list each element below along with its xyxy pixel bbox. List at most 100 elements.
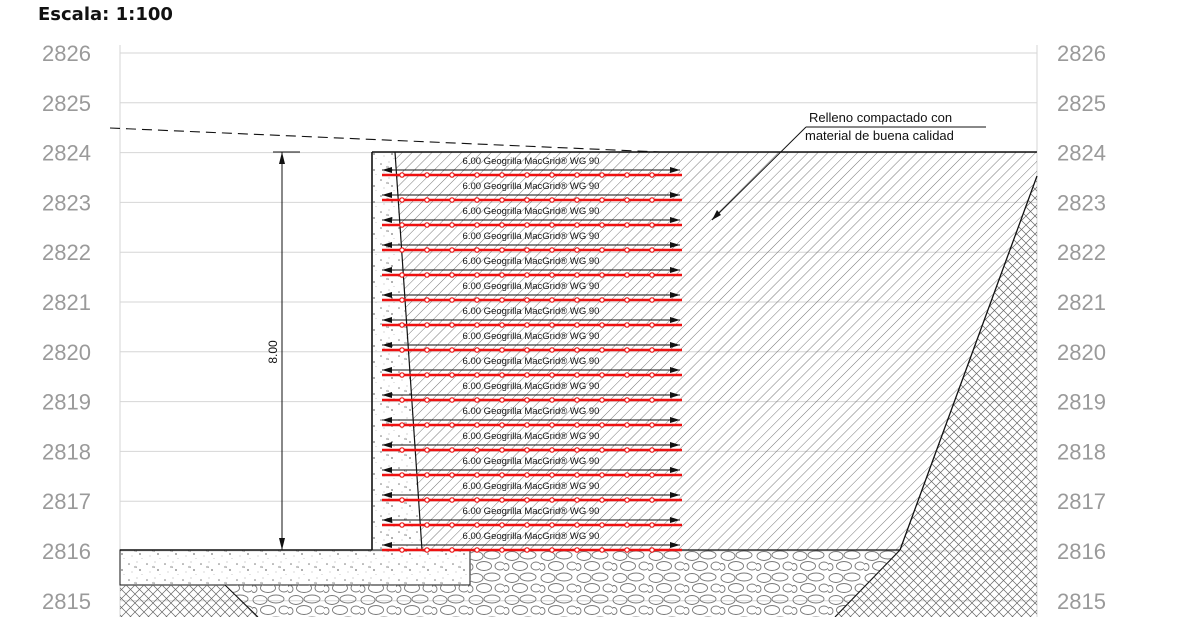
- geogrid-node: [424, 422, 430, 428]
- geogrid-node: [624, 222, 630, 228]
- geogrid-node: [499, 497, 505, 503]
- geogrid-node: [449, 297, 455, 303]
- geogrid-node: [449, 472, 455, 478]
- geogrid-label: 6.00 Geogrilla MacGrid® WG 90: [463, 406, 600, 417]
- geogrid-node: [599, 197, 605, 203]
- leveling-pad: [119, 549, 471, 586]
- geogrid-node: [549, 297, 555, 303]
- geogrid-label: 6.00 Geogrilla MacGrid® WG 90: [463, 506, 600, 517]
- geogrid-node: [474, 197, 480, 203]
- geogrid-node: [599, 497, 605, 503]
- elevation-label-left: 2822: [42, 240, 91, 265]
- geogrid-node: [599, 522, 605, 528]
- geogrid-node: [524, 422, 530, 428]
- geogrid-node: [624, 547, 630, 553]
- geogrid-node: [574, 397, 580, 403]
- geogrid-node: [399, 347, 405, 353]
- geogrid-node: [449, 222, 455, 228]
- geogrid-node: [499, 272, 505, 278]
- existing-terrain-line: [109, 127, 661, 153]
- geogrid-node: [649, 247, 655, 253]
- geogrid-node: [574, 472, 580, 478]
- elevation-label-left: 2820: [42, 340, 91, 365]
- geogrid-node: [649, 497, 655, 503]
- geogrid-node: [624, 372, 630, 378]
- geogrid-node: [624, 272, 630, 278]
- geogrid-node: [399, 397, 405, 403]
- geogrid-node: [549, 172, 555, 178]
- geogrid-node: [574, 322, 580, 328]
- geogrid-node: [399, 322, 405, 328]
- geogrid-node: [474, 472, 480, 478]
- geogrid-node: [624, 497, 630, 503]
- geogrid-node: [574, 297, 580, 303]
- geogrid-node: [399, 222, 405, 228]
- elevation-label-right: 2817: [1057, 489, 1106, 514]
- geogrid-node: [499, 172, 505, 178]
- geogrid-label: 6.00 Geogrilla MacGrid® WG 90: [463, 431, 600, 442]
- geogrid-node: [524, 347, 530, 353]
- geogrid-label: 6.00 Geogrilla MacGrid® WG 90: [463, 306, 600, 317]
- elevation-label-right: 2821: [1057, 290, 1106, 315]
- geogrid-node: [524, 547, 530, 553]
- elevation-label-left: 2823: [42, 190, 91, 215]
- geogrid-node: [624, 322, 630, 328]
- geogrid-node: [449, 447, 455, 453]
- geogrid-node: [599, 547, 605, 553]
- geogrid-node: [549, 547, 555, 553]
- geogrid-node: [474, 222, 480, 228]
- geogrid-node: [599, 397, 605, 403]
- geogrid-node: [574, 172, 580, 178]
- geogrid-node: [524, 172, 530, 178]
- elevation-label-right: 2823: [1057, 190, 1106, 215]
- geogrid-node: [449, 372, 455, 378]
- geogrid-node: [649, 297, 655, 303]
- height-dimension-label: 8.00: [266, 340, 280, 364]
- geogrid-node: [499, 472, 505, 478]
- geogrid-node: [474, 272, 480, 278]
- geogrid-label: 6.00 Geogrilla MacGrid® WG 90: [463, 231, 600, 242]
- geogrid-label: 6.00 Geogrilla MacGrid® WG 90: [463, 381, 600, 392]
- geogrid-node: [549, 472, 555, 478]
- geogrid-node: [624, 447, 630, 453]
- geogrid-node: [649, 272, 655, 278]
- geogrid-node: [549, 397, 555, 403]
- geogrid-node: [474, 172, 480, 178]
- callout-line-1: Relleno compactado con: [809, 110, 952, 125]
- geogrid-node: [424, 172, 430, 178]
- geogrid-node: [624, 472, 630, 478]
- geogrid-label: 6.00 Geogrilla MacGrid® WG 90: [463, 331, 600, 342]
- geogrid-node: [574, 422, 580, 428]
- geogrid-node: [424, 447, 430, 453]
- geogrid-label: 6.00 Geogrilla MacGrid® WG 90: [463, 456, 600, 467]
- geogrid-node: [424, 247, 430, 253]
- elevation-label-left: 2818: [42, 439, 91, 464]
- elevation-label-left: 2817: [42, 489, 91, 514]
- geogrid-node: [449, 397, 455, 403]
- geogrid-node: [549, 522, 555, 528]
- geogrid-node: [649, 172, 655, 178]
- geogrid-node: [599, 297, 605, 303]
- geogrid-node: [524, 497, 530, 503]
- geogrid-node: [499, 222, 505, 228]
- elevation-label-right: 2825: [1057, 91, 1106, 116]
- geogrid-node: [399, 472, 405, 478]
- geogrid-node: [449, 322, 455, 328]
- elevation-label-left: 2816: [42, 539, 91, 564]
- geogrid-node: [624, 297, 630, 303]
- geogrid-label: 6.00 Geogrilla MacGrid® WG 90: [463, 481, 600, 492]
- geogrid-node: [549, 322, 555, 328]
- geogrid-node: [524, 247, 530, 253]
- geogrid-label: 6.00 Geogrilla MacGrid® WG 90: [463, 356, 600, 367]
- geogrid-node: [399, 447, 405, 453]
- elevation-label-right: 2816: [1057, 539, 1106, 564]
- geogrid-label: 6.00 Geogrilla MacGrid® WG 90: [463, 256, 600, 267]
- geogrid-node: [599, 372, 605, 378]
- geogrid-node: [424, 372, 430, 378]
- geogrid-node: [574, 372, 580, 378]
- callout-line-2: material de buena calidad: [805, 128, 954, 143]
- geogrid-node: [499, 347, 505, 353]
- geogrid-node: [499, 447, 505, 453]
- elevation-label-right: 2824: [1057, 141, 1106, 166]
- geogrid-node: [474, 422, 480, 428]
